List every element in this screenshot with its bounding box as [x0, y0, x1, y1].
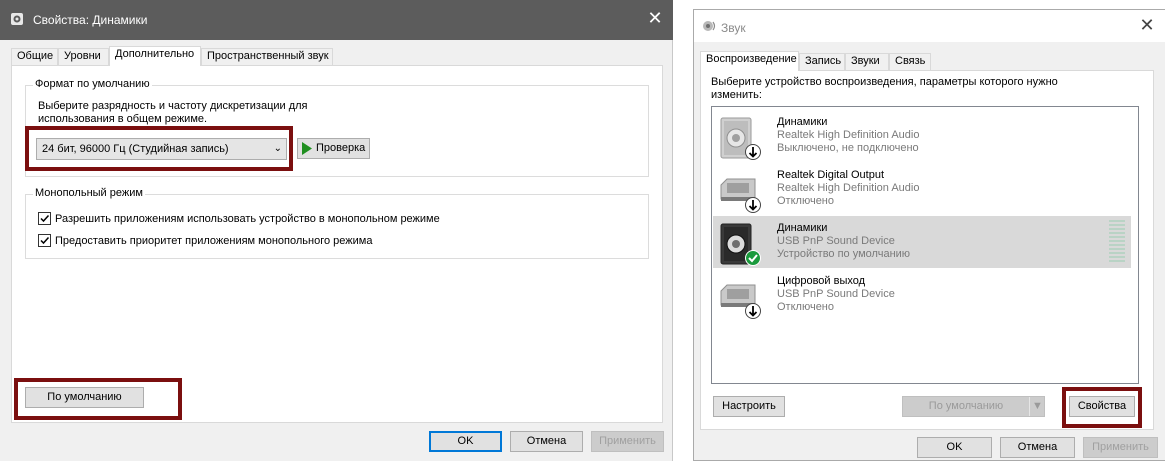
- cancel-button[interactable]: Отмена: [510, 431, 583, 452]
- tab-sounds[interactable]: Звуки: [845, 53, 889, 70]
- tab-spatial-sound[interactable]: Пространственный звук: [201, 48, 333, 65]
- speaker-icon: [720, 117, 761, 160]
- device-name: Динамики: [777, 222, 828, 234]
- close-icon[interactable]: ✕: [1132, 15, 1162, 36]
- tab-general[interactable]: Общие: [11, 48, 58, 65]
- device-driver: USB PnP Sound Device: [777, 288, 895, 300]
- exclusive-priority-label[interactable]: Предоставить приоритет приложениям моноп…: [55, 235, 372, 247]
- device-name: Динамики: [777, 116, 828, 128]
- tab-playback[interactable]: Воспроизведение: [700, 51, 799, 71]
- list-item-device[interactable]: Динамики USB PnP Sound Device Устройство…: [713, 216, 1131, 268]
- format-description-line1: Выберите разрядность и частоту дискретиз…: [38, 100, 308, 112]
- configure-button[interactable]: Настроить: [713, 396, 785, 417]
- allow-exclusive-label[interactable]: Разрешить приложениям использовать устро…: [55, 213, 440, 225]
- chevron-down-icon: ⌄: [273, 143, 282, 154]
- speaker-properties-icon: [11, 13, 23, 25]
- speaker-properties-window: Свойства: Динамики ✕ Общие Уровни Дополн…: [0, 0, 673, 461]
- device-name: Цифровой выход: [777, 275, 866, 287]
- checkmark-icon: [40, 236, 50, 245]
- checkmark-icon: [40, 214, 50, 223]
- tab-recording[interactable]: Запись: [799, 53, 845, 70]
- sound-icon: [703, 21, 716, 31]
- device-driver: Realtek High Definition Audio: [777, 182, 920, 194]
- device-name: Realtek Digital Output: [777, 169, 884, 181]
- exclusive-priority-checkbox[interactable]: [38, 234, 51, 247]
- list-item-device[interactable]: Realtek Digital Output Realtek High Defi…: [713, 163, 1131, 215]
- device-status: Отключено: [777, 301, 834, 313]
- device-driver: Realtek High Definition Audio: [777, 129, 920, 141]
- exclusive-mode-legend: Монопольный режим: [33, 187, 145, 199]
- format-select-value: 24 бит, 96000 Гц (Студийная запись): [42, 143, 229, 155]
- title-bar[interactable]: Свойства: Динамики ✕: [0, 0, 673, 40]
- exclusive-mode-group: Монопольный режим Разрешить приложениям …: [25, 187, 649, 259]
- apply-button[interactable]: Применить: [1083, 437, 1158, 458]
- default-format-legend: Формат по умолчанию: [33, 78, 152, 90]
- tab-strip: Общие Уровни Дополнительно Пространствен…: [11, 46, 651, 66]
- advanced-tab-panel: Формат по умолчанию Выберите разрядность…: [11, 65, 663, 423]
- device-status: Выключено, не подключено: [777, 142, 919, 154]
- playback-tab-panel: Выберите устройство воспроизведения, пар…: [700, 70, 1154, 430]
- format-select[interactable]: 24 бит, 96000 Гц (Студийная запись) ⌄: [36, 138, 287, 160]
- chevron-down-icon[interactable]: ▼: [1029, 397, 1045, 416]
- digital-output-icon: [720, 178, 761, 213]
- digital-output-icon: [720, 284, 761, 319]
- set-default-label: По умолчанию: [928, 400, 1004, 412]
- ok-button[interactable]: OK: [917, 437, 992, 458]
- test-button-label: Проверка: [316, 142, 366, 154]
- sound-window: Звук ✕ Воспроизведение Запись Звуки Связ…: [693, 9, 1165, 461]
- play-icon: [302, 142, 312, 155]
- device-status: Отключено: [777, 195, 834, 207]
- tab-advanced[interactable]: Дополнительно: [109, 46, 201, 66]
- ok-button[interactable]: OK: [429, 431, 502, 452]
- window-title: Свойства: Динамики: [33, 13, 148, 27]
- restore-default-button[interactable]: По умолчанию: [25, 387, 144, 408]
- format-description-line2: использования в общем режиме.: [38, 113, 208, 125]
- list-item-device[interactable]: Динамики Realtek High Definition Audio В…: [713, 110, 1131, 162]
- instruction-line2: изменить:: [711, 89, 762, 101]
- title-bar[interactable]: Звук ✕: [694, 10, 1165, 42]
- tab-communications[interactable]: Связь: [889, 53, 931, 70]
- instruction-line1: Выберите устройство воспроизведения, пар…: [711, 76, 1058, 88]
- test-button[interactable]: Проверка: [297, 138, 370, 159]
- apply-button[interactable]: Применить: [591, 431, 664, 452]
- speaker-icon: [720, 223, 761, 266]
- device-status: Устройство по умолчанию: [777, 248, 911, 260]
- close-icon[interactable]: ✕: [640, 8, 670, 29]
- device-list[interactable]: Динамики Realtek High Definition Audio В…: [711, 106, 1139, 384]
- set-default-button[interactable]: По умолчанию ▼: [902, 396, 1045, 417]
- properties-button[interactable]: Свойства: [1069, 396, 1135, 417]
- window-title: Звук: [721, 21, 746, 35]
- tab-levels[interactable]: Уровни: [58, 48, 109, 65]
- device-driver: USB PnP Sound Device: [777, 235, 895, 247]
- volume-meter: [1109, 220, 1125, 264]
- cancel-button[interactable]: Отмена: [1000, 437, 1075, 458]
- tab-strip: Воспроизведение Запись Звуки Связь: [700, 51, 1160, 71]
- list-item-device[interactable]: Цифровой выход USB PnP Sound Device Откл…: [713, 269, 1131, 321]
- allow-exclusive-checkbox[interactable]: [38, 212, 51, 225]
